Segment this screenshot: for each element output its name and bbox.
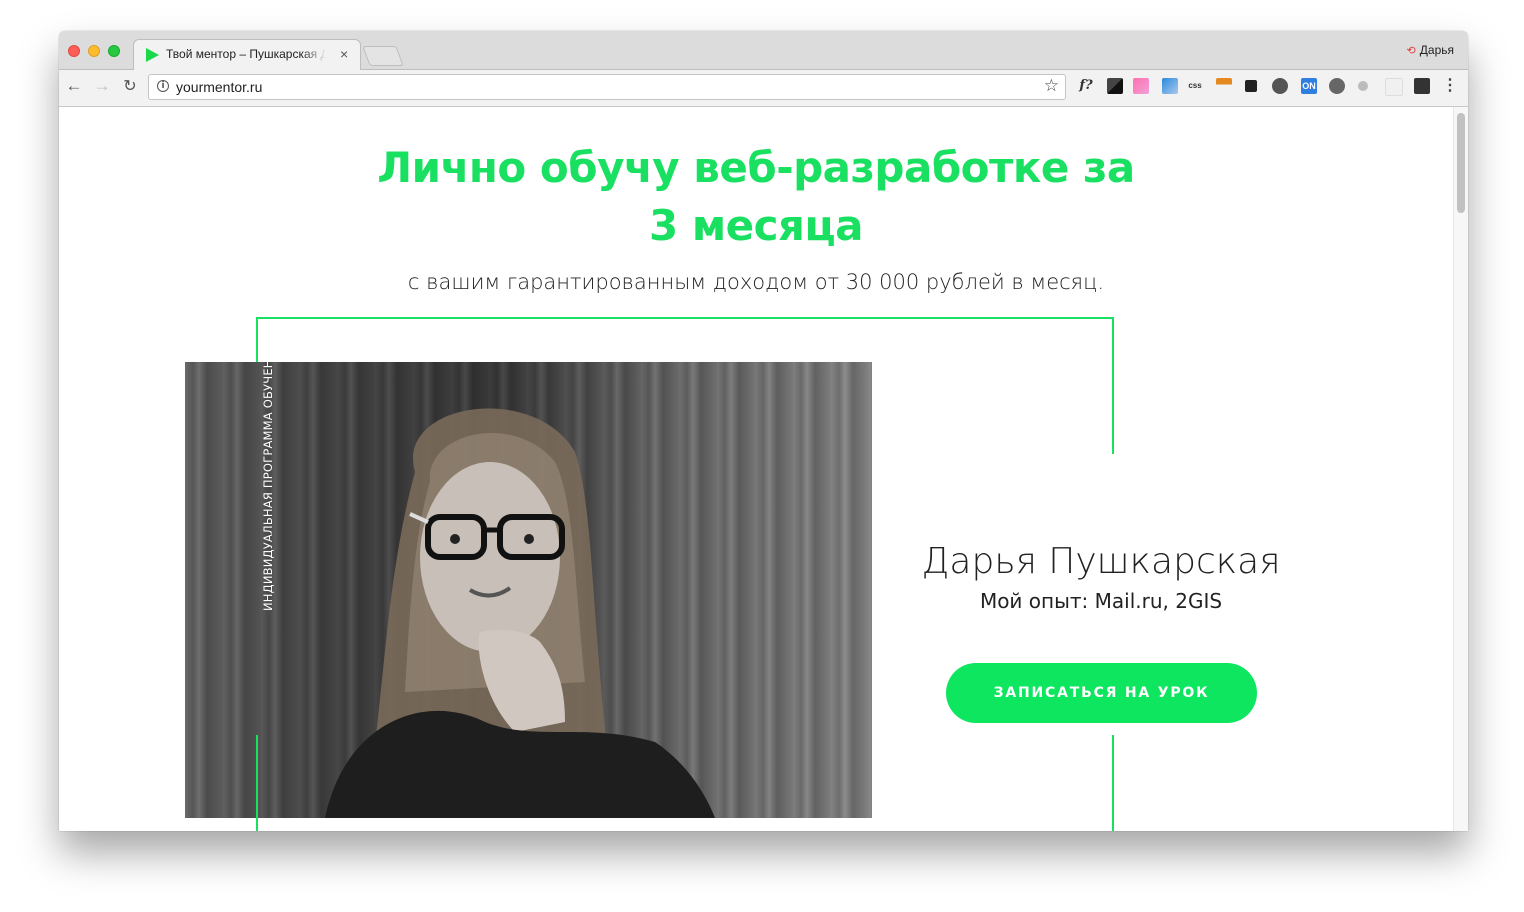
tab-active[interactable]: Твой ментор – Пушкарская Д × (133, 39, 361, 70)
headline-line-2: 3 месяца (649, 201, 864, 250)
profile-name: Дарья (1419, 43, 1454, 57)
frame-left-line-upper (256, 317, 258, 363)
ruler-ext-icon[interactable] (1216, 78, 1232, 94)
headline-line-1: Лично обучу веб-разработке за (377, 143, 1135, 192)
dot-ext-icon[interactable] (1358, 81, 1368, 91)
profile-button[interactable]: ⟲ Дарья (1407, 43, 1454, 57)
mentor-experience: Мой опыт: Mail.ru, 2GIS (979, 589, 1223, 613)
url-text[interactable]: yourmentor.ru (176, 79, 262, 95)
on-toggle-ext-icon[interactable]: ON (1301, 78, 1317, 94)
mentor-name: Дарья Пушкарская (921, 541, 1281, 582)
flash-ext-icon[interactable] (1414, 78, 1430, 94)
hero-subtitle: с вашим гарантированным доходом от 30 00… (407, 270, 1105, 294)
frame-left-line-lower (256, 735, 258, 831)
signup-lesson-button[interactable]: ЗАПИСАТЬСЯ НА УРОК (946, 663, 1257, 723)
mentor-photo (185, 362, 872, 818)
browser-window: Твой ментор – Пушкарская Д × ⟲ Дарья ← → … (59, 31, 1468, 831)
play-icon (146, 48, 159, 62)
bookmark-star-icon[interactable]: ☆ (1044, 76, 1059, 96)
globe-ext-icon[interactable] (1272, 78, 1288, 94)
color-ext-icon[interactable] (1133, 78, 1149, 94)
scrollbar-thumb[interactable] (1457, 113, 1465, 213)
menu-kebab-icon[interactable]: ⋮ (1442, 78, 1458, 94)
minimize-window-button[interactable] (88, 45, 100, 57)
upload-ext-icon[interactable] (1385, 78, 1403, 96)
forward-arrow-icon[interactable]: → (92, 76, 112, 96)
picker-ext-icon[interactable] (1162, 78, 1178, 94)
frame-right-line-lower (1112, 735, 1114, 831)
close-window-button[interactable] (68, 45, 80, 57)
reload-icon[interactable]: ↻ (120, 76, 140, 96)
scrollbar[interactable] (1453, 107, 1468, 831)
address-bar[interactable]: i yourmentor.ru ☆ (148, 74, 1066, 100)
vertical-caption: ИНДИВИДУАЛЬНАЯ ПРОГРАММА ОБУЧЕНИЯ (261, 342, 275, 611)
frame-top-line (256, 317, 1114, 319)
tab-strip: Твой ментор – Пушкарская Д × ⟲ Дарья (59, 31, 1468, 70)
browser-toolbar: ← → ↻ i yourmentor.ru ☆ f? css ON ⋮ (59, 70, 1468, 107)
back-arrow-icon[interactable]: ← (64, 76, 84, 96)
hero-headline: Лично обучу веб-разработке за 3 месяца (256, 139, 1256, 255)
terminal-ext-icon[interactable] (1245, 80, 1257, 92)
tab-title: Твой ментор – Пушкарская Д (166, 47, 326, 61)
mentor-portrait (325, 408, 715, 818)
font-ext-icon[interactable]: f? (1075, 78, 1097, 94)
new-tab-button[interactable] (362, 46, 404, 66)
tab-close-icon[interactable]: × (340, 46, 348, 62)
css-ext-icon[interactable]: css (1187, 78, 1203, 94)
page-viewport: Лично обучу веб-разработке за 3 месяца с… (59, 107, 1453, 831)
eyedropper-ext-icon[interactable] (1107, 78, 1123, 94)
info-icon[interactable]: i (157, 80, 169, 92)
frame-right-line-upper (1112, 317, 1114, 454)
gear-ext-icon[interactable] (1329, 78, 1345, 94)
zoom-window-button[interactable] (108, 45, 120, 57)
sync-icon: ⟲ (1406, 45, 1416, 57)
